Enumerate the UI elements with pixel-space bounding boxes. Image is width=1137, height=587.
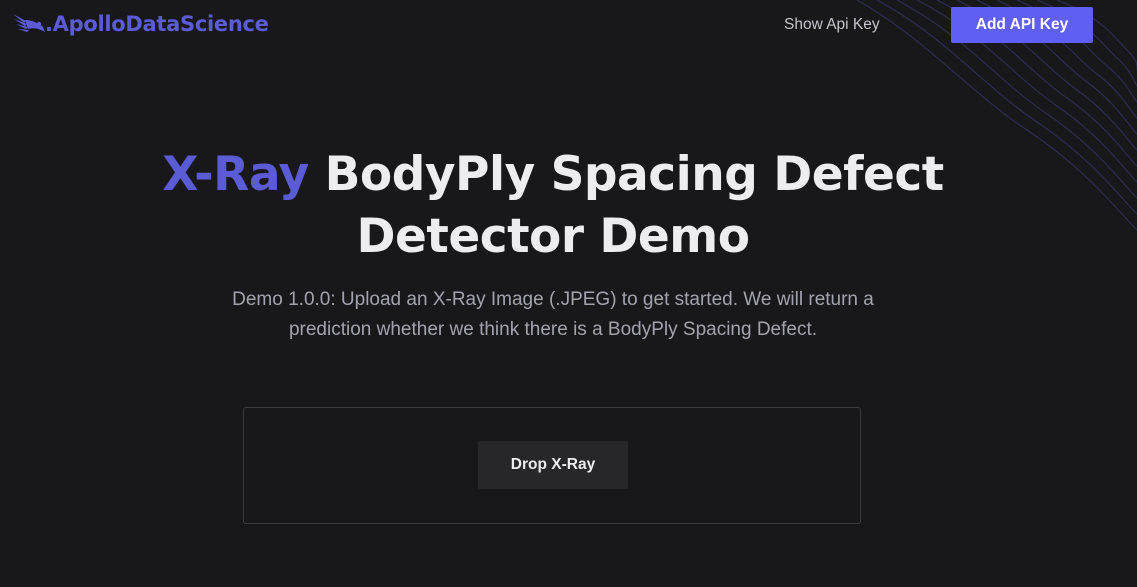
winged-logo-icon xyxy=(13,14,45,32)
page-title: X-Ray BodyPly Spacing Defect Detector De… xyxy=(140,144,966,268)
brand-logo-link[interactable]: .ApolloDataScience xyxy=(12,9,269,39)
drop-xray-button[interactable]: Drop X-Ray xyxy=(478,441,628,489)
add-api-key-button[interactable]: Add API Key xyxy=(951,7,1093,43)
page: .ApolloDataScience Show Api Key Add API … xyxy=(0,0,1137,587)
page-description: Demo 1.0.0: Upload an X-Ray Image (.JPEG… xyxy=(232,289,874,340)
brand-name: .ApolloDataScience xyxy=(45,12,269,36)
title-rest: BodyPly Spacing Defect Detector Demo xyxy=(308,147,945,264)
show-api-key-link[interactable]: Show Api Key xyxy=(784,16,880,34)
top-nav: .ApolloDataScience Show Api Key Add API … xyxy=(0,0,1137,50)
title-accent: X-Ray xyxy=(162,147,309,202)
